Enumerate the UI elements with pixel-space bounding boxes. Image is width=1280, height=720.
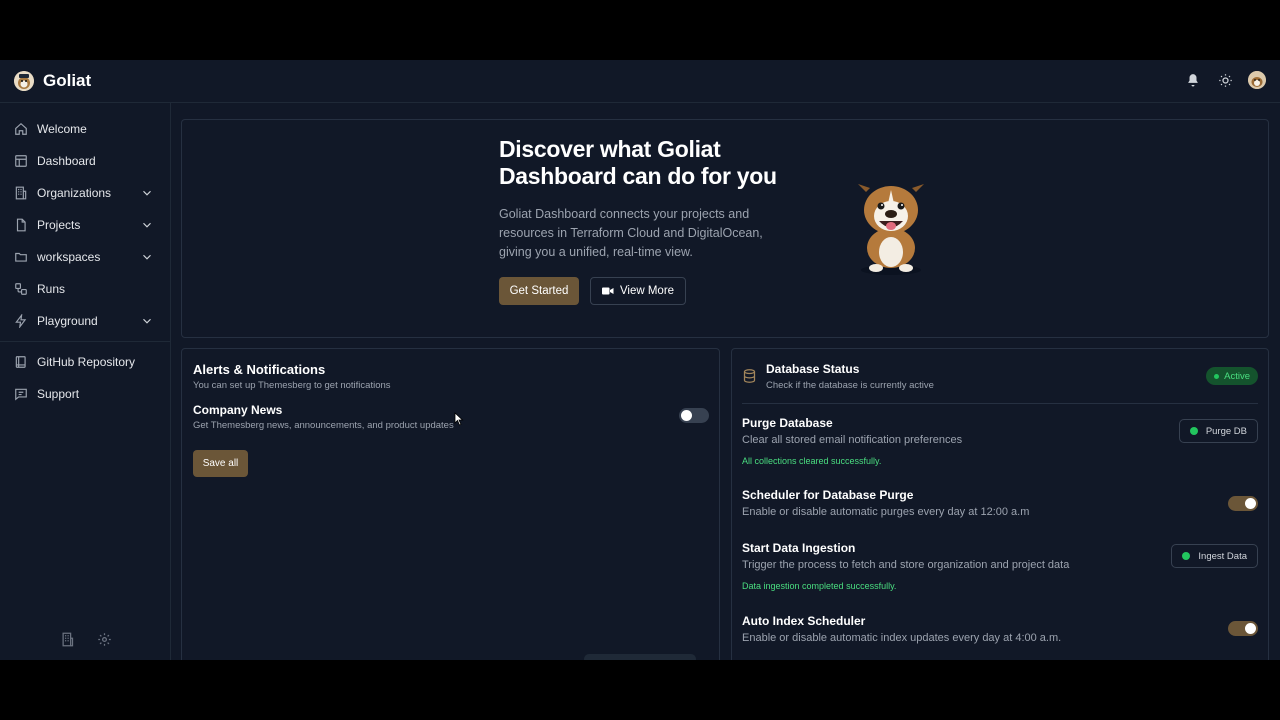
sidebar-item-label: Playground [37, 314, 98, 328]
sun-icon[interactable] [1216, 71, 1234, 89]
bolt-icon [13, 313, 29, 329]
ingest-data-label: Ingest Data [1198, 550, 1247, 562]
gear-icon[interactable] [95, 630, 113, 648]
company-news-description: Get Themesberg news, announcements, and … [193, 420, 454, 431]
scheduler-purge-title: Scheduler for Database Purge [742, 488, 914, 502]
toggle-knob [1245, 498, 1256, 509]
ingestion-success-message: Data ingestion completed successfully. [742, 581, 897, 591]
sidebar-item-support[interactable]: Support [0, 378, 170, 410]
sidebar-item-github[interactable]: GitHub Repository [0, 346, 170, 378]
status-dot [1189, 427, 1198, 435]
floating-toolbar[interactable] [584, 654, 696, 660]
app-title: Goliat [43, 71, 92, 90]
sidebar-item-workspaces[interactable]: workspaces [0, 241, 170, 273]
user-avatar[interactable] [1248, 71, 1266, 89]
company-news-toggle[interactable] [679, 408, 709, 423]
chevron-down-icon[interactable] [140, 186, 154, 200]
database-card: Database Status Check if the database is… [731, 348, 1269, 660]
database-status-title: Database Status [766, 362, 860, 376]
sidebar-footer [58, 630, 132, 648]
logo-icon [14, 71, 34, 91]
sidebar: Welcome Dashboard Organizations Projects… [0, 103, 171, 660]
file-icon [13, 217, 29, 233]
sidebar-item-runs[interactable]: Runs [0, 273, 170, 305]
scheduler-purge-description: Enable or disable automatic purges every… [742, 506, 1030, 518]
toggle-knob [1245, 623, 1256, 634]
toggle-knob [681, 410, 692, 421]
chevron-down-icon[interactable] [140, 250, 154, 264]
company-news-title: Company News [193, 403, 283, 417]
alerts-title: Alerts & Notifications [193, 362, 326, 377]
bulldog-mascot-image [854, 178, 928, 278]
status-dot [1182, 552, 1191, 560]
status-badge: Active [1206, 367, 1258, 385]
sidebar-item-label: workspaces [37, 250, 101, 264]
sidebar-item-label: Runs [37, 282, 66, 296]
hero-title: Discover what Goliat Dashboard can do fo… [499, 136, 777, 189]
chevron-down-icon[interactable] [140, 314, 154, 328]
chevron-down-icon[interactable] [140, 218, 154, 232]
app-window: Goliat Welcome Dashboard Organizations P… [0, 60, 1280, 660]
auto-index-description: Enable or disable automatic index update… [742, 632, 1062, 644]
purge-database-description: Clear all stored email notification pref… [742, 434, 963, 446]
sidebar-nav: Welcome Dashboard Organizations Projects… [0, 113, 170, 410]
bell-icon[interactable] [1184, 71, 1202, 89]
building-icon [13, 185, 29, 201]
mouse-cursor-icon [454, 412, 464, 426]
alerts-card: Alerts & Notifications You can set up Th… [181, 348, 720, 660]
video-camera-icon [601, 285, 614, 297]
sidebar-item-projects[interactable]: Projects [0, 209, 170, 241]
sidebar-item-dashboard[interactable]: Dashboard [0, 145, 170, 177]
hero-card: Discover what Goliat Dashboard can do fo… [181, 119, 1269, 338]
workflow-icon [13, 281, 29, 297]
sidebar-item-welcome[interactable]: Welcome [0, 113, 170, 145]
view-more-label: View More [619, 285, 675, 297]
sidebar-item-label: Welcome [37, 122, 87, 136]
brand[interactable]: Goliat [14, 70, 91, 92]
sidebar-item-label: GitHub Repository [37, 355, 136, 369]
data-ingestion-title: Start Data Ingestion [742, 541, 856, 555]
get-started-button[interactable]: Get Started [499, 277, 579, 305]
divider [742, 403, 1258, 404]
sidebar-divider [0, 341, 170, 342]
auto-index-title: Auto Index Scheduler [742, 614, 866, 628]
book-icon [13, 354, 29, 370]
sidebar-item-playground[interactable]: Playground [0, 305, 170, 337]
header-actions [1170, 71, 1266, 89]
sidebar-item-label: Projects [37, 218, 81, 232]
building-icon[interactable] [58, 630, 76, 648]
sidebar-item-label: Organizations [37, 186, 112, 200]
top-bar: Goliat [0, 60, 1280, 103]
ingest-data-button[interactable]: Ingest Data [1171, 544, 1258, 568]
status-badge-label: Active [1224, 370, 1250, 382]
chat-icon [13, 386, 29, 402]
folder-icon [13, 249, 29, 265]
home-icon [13, 121, 29, 137]
alerts-subtitle: You can set up Themesberg to get notific… [193, 380, 391, 391]
purge-success-message: All collections cleared successfully. [742, 456, 882, 466]
sidebar-item-label: Dashboard [37, 154, 96, 168]
database-status-subtitle: Check if the database is currently activ… [766, 380, 934, 391]
purge-database-title: Purge Database [742, 416, 833, 430]
auto-index-toggle[interactable] [1228, 621, 1258, 636]
scheduler-purge-toggle[interactable] [1228, 496, 1258, 511]
purge-db-button[interactable]: Purge DB [1178, 419, 1258, 443]
status-dot [1214, 373, 1220, 379]
data-ingestion-description: Trigger the process to fetch and store o… [742, 559, 1070, 571]
sidebar-item-label: Support [37, 387, 80, 401]
save-all-button[interactable]: Save all [193, 450, 248, 477]
purge-db-label: Purge DB [1205, 425, 1247, 437]
sidebar-item-organizations[interactable]: Organizations [0, 177, 170, 209]
hero-description: Goliat Dashboard connects your projects … [499, 207, 763, 259]
database-icon [742, 368, 757, 389]
table-icon [13, 153, 29, 169]
view-more-button[interactable]: View More [590, 277, 686, 305]
